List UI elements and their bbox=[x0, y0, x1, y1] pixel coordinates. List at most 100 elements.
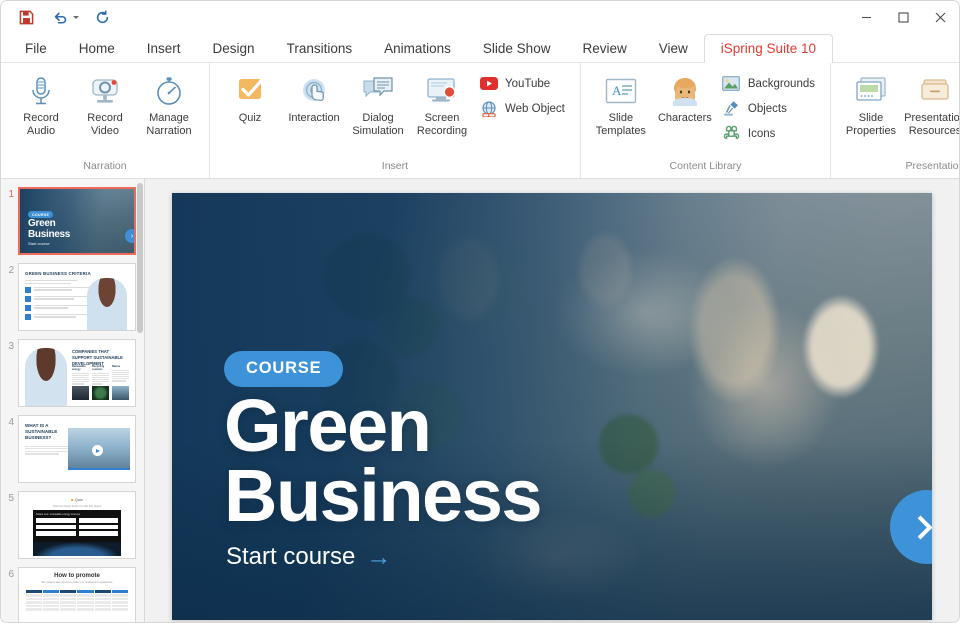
slide-templates-label: Slide Templates bbox=[596, 112, 646, 137]
globe-link-icon bbox=[479, 99, 498, 118]
objects-button[interactable]: Objects bbox=[718, 97, 821, 120]
interaction-label: Interaction bbox=[288, 112, 339, 125]
svg-text:A: A bbox=[612, 83, 622, 98]
chevron-right-icon bbox=[908, 515, 932, 539]
thumb2-paragraph bbox=[25, 280, 80, 284]
thumbnail-slide-6[interactable]: 6 How to promote Вы узнаете как улучшить… bbox=[1, 563, 144, 622]
dialog-simulation-label: Dialog Simulation bbox=[352, 112, 403, 137]
thumbnail-slide-4[interactable]: 4 WHAT IS A SUSTAINABLE BUSINESS? bbox=[1, 411, 144, 487]
thumb3-column: Recycling systems bbox=[92, 365, 109, 386]
thumbnail-scrollbar[interactable] bbox=[137, 183, 143, 333]
slide-title-line1: Green bbox=[224, 391, 541, 461]
tab-animations[interactable]: Animations bbox=[368, 35, 467, 63]
web-object-button[interactable]: Web Object bbox=[475, 97, 571, 120]
slide-template-icon: A bbox=[604, 73, 638, 109]
thumbnail-slide-3[interactable]: 3 COMPANIES THAT SUPPORT SUSTAINABLE DEV… bbox=[1, 335, 144, 411]
objects-label: Objects bbox=[748, 103, 787, 115]
youtube-button[interactable]: YouTube bbox=[475, 72, 571, 95]
thumbnail-canvas[interactable]: WHAT IS A SUSTAINABLE BUSINESS? bbox=[18, 415, 136, 483]
youtube-icon bbox=[479, 74, 498, 93]
thumbnail-canvas[interactable]: GREEN BUSINESS CRITERIA bbox=[18, 263, 136, 331]
content-library-small-buttons: Backgrounds Objects bbox=[718, 70, 821, 145]
undo-dropdown-caret[interactable] bbox=[73, 16, 79, 19]
record-video-label: Record Video bbox=[87, 112, 122, 137]
quiz-button[interactable]: Quiz bbox=[219, 70, 281, 128]
thumb4-progress-bar bbox=[68, 468, 130, 470]
tab-design[interactable]: Design bbox=[197, 35, 271, 63]
tab-transitions[interactable]: Transitions bbox=[271, 35, 369, 63]
thumbnail-number: 2 bbox=[1, 263, 18, 277]
slide-title: Green Business bbox=[224, 391, 541, 531]
current-slide[interactable]: COURSE Green Business Start course → bbox=[172, 193, 932, 620]
bullet-lines bbox=[34, 296, 89, 301]
table-cell bbox=[94, 608, 111, 612]
manage-narration-button[interactable]: Manage Narration bbox=[138, 70, 200, 140]
ribbon-group-label-narration: Narration bbox=[1, 159, 209, 178]
tab-home[interactable]: Home bbox=[63, 35, 131, 63]
picture-icon bbox=[722, 74, 741, 93]
tab-slide-show[interactable]: Slide Show bbox=[467, 35, 567, 63]
tab-insert[interactable]: Insert bbox=[131, 35, 197, 63]
thumbnail-number: 5 bbox=[1, 491, 18, 505]
thumb1-cta: Start course bbox=[28, 241, 50, 246]
title-bar bbox=[1, 1, 959, 34]
table-cell bbox=[43, 608, 60, 612]
undo-icon[interactable] bbox=[49, 7, 71, 29]
record-audio-button[interactable]: Record Audio bbox=[10, 70, 72, 140]
tab-file[interactable]: File bbox=[9, 35, 63, 63]
bullet-square-icon bbox=[25, 287, 31, 293]
slide-properties-button[interactable]: Slide Properties bbox=[840, 70, 902, 140]
ribbon-group-presentation: Slide Properties Presentation Resources bbox=[830, 63, 960, 178]
interaction-button[interactable]: Interaction bbox=[283, 70, 345, 128]
thumbnail-canvas[interactable]: How to promote Вы узнаете как улучшить р… bbox=[18, 567, 136, 622]
thumb6-title: How to promote bbox=[25, 573, 129, 579]
character-face-icon bbox=[670, 73, 700, 109]
maximize-button[interactable] bbox=[885, 1, 922, 34]
folder-icon bbox=[920, 73, 950, 109]
characters-button[interactable]: Characters bbox=[654, 70, 716, 128]
thumbnail-canvas[interactable]: ■ Quiz Click the Open button to edit thi… bbox=[18, 491, 136, 559]
close-button[interactable] bbox=[922, 1, 959, 34]
thumbnail-slide-2[interactable]: 2 GREEN BUSINESS CRITERIA bbox=[1, 259, 144, 335]
bullet-lines bbox=[34, 305, 89, 310]
workspace: 1 COURSE GreenBusiness Start course › 2 … bbox=[1, 179, 959, 622]
thumbnail-canvas[interactable]: COMPANIES THAT SUPPORT SUSTAINABLE DEVEL… bbox=[18, 339, 136, 407]
thumbnail-number: 1 bbox=[1, 187, 18, 201]
ribbon: Record Audio Record Video bbox=[1, 63, 959, 179]
thumb1-art: COURSE GreenBusiness Start course › bbox=[20, 189, 134, 253]
thumb3-art: COMPANIES THAT SUPPORT SUSTAINABLE DEVEL… bbox=[19, 340, 135, 406]
slide-templates-button[interactable]: A Slide Templates bbox=[590, 70, 652, 140]
thumb6-table bbox=[25, 589, 129, 612]
record-video-button[interactable]: Record Video bbox=[74, 70, 136, 140]
web-object-label: Web Object bbox=[505, 103, 565, 115]
checkmark-box-icon bbox=[234, 73, 266, 109]
start-course-cta[interactable]: Start course → bbox=[226, 543, 391, 571]
stopwatch-icon bbox=[154, 73, 184, 109]
presentation-resources-label: Presentation Resources bbox=[904, 112, 960, 137]
thumbnail-slide-1[interactable]: 1 COURSE GreenBusiness Start course › bbox=[1, 183, 144, 259]
dialog-simulation-button[interactable]: Dialog Simulation bbox=[347, 70, 409, 140]
tab-ispring-suite-10[interactable]: iSpring Suite 10 bbox=[704, 34, 833, 63]
thumb3-images bbox=[72, 386, 129, 400]
thumbnail-canvas[interactable]: COURSE GreenBusiness Start course › bbox=[18, 187, 136, 255]
presentation-resources-button[interactable]: Presentation Resources bbox=[904, 70, 960, 140]
tab-review[interactable]: Review bbox=[566, 35, 642, 63]
thumb5-art: ■ Quiz Click the Open button to edit thi… bbox=[19, 492, 135, 558]
slide-thumbnail-pane[interactable]: 1 COURSE GreenBusiness Start course › 2 … bbox=[1, 179, 145, 622]
thumbnail-number: 6 bbox=[1, 567, 18, 581]
backgrounds-button[interactable]: Backgrounds bbox=[718, 72, 821, 95]
redo-icon[interactable] bbox=[91, 7, 113, 29]
bullet-lines bbox=[34, 287, 89, 292]
table-cell bbox=[77, 608, 94, 612]
ribbon-group-narration: Record Audio Record Video bbox=[1, 63, 209, 178]
thumbnail-slide-5[interactable]: 5 ■ Quiz Click the Open button to edit t… bbox=[1, 487, 144, 563]
backgrounds-label: Backgrounds bbox=[748, 78, 815, 90]
minimize-button[interactable] bbox=[848, 1, 885, 34]
icons-button[interactable]: Icons bbox=[718, 122, 821, 145]
screen-recording-button[interactable]: Screen Recording bbox=[411, 70, 473, 140]
save-icon[interactable] bbox=[15, 7, 37, 29]
undo-button[interactable] bbox=[49, 7, 79, 29]
slide-properties-label: Slide Properties bbox=[846, 112, 896, 137]
tab-view[interactable]: View bbox=[643, 35, 704, 63]
slide-text-content: COURSE Green Business Start course → bbox=[224, 193, 932, 620]
